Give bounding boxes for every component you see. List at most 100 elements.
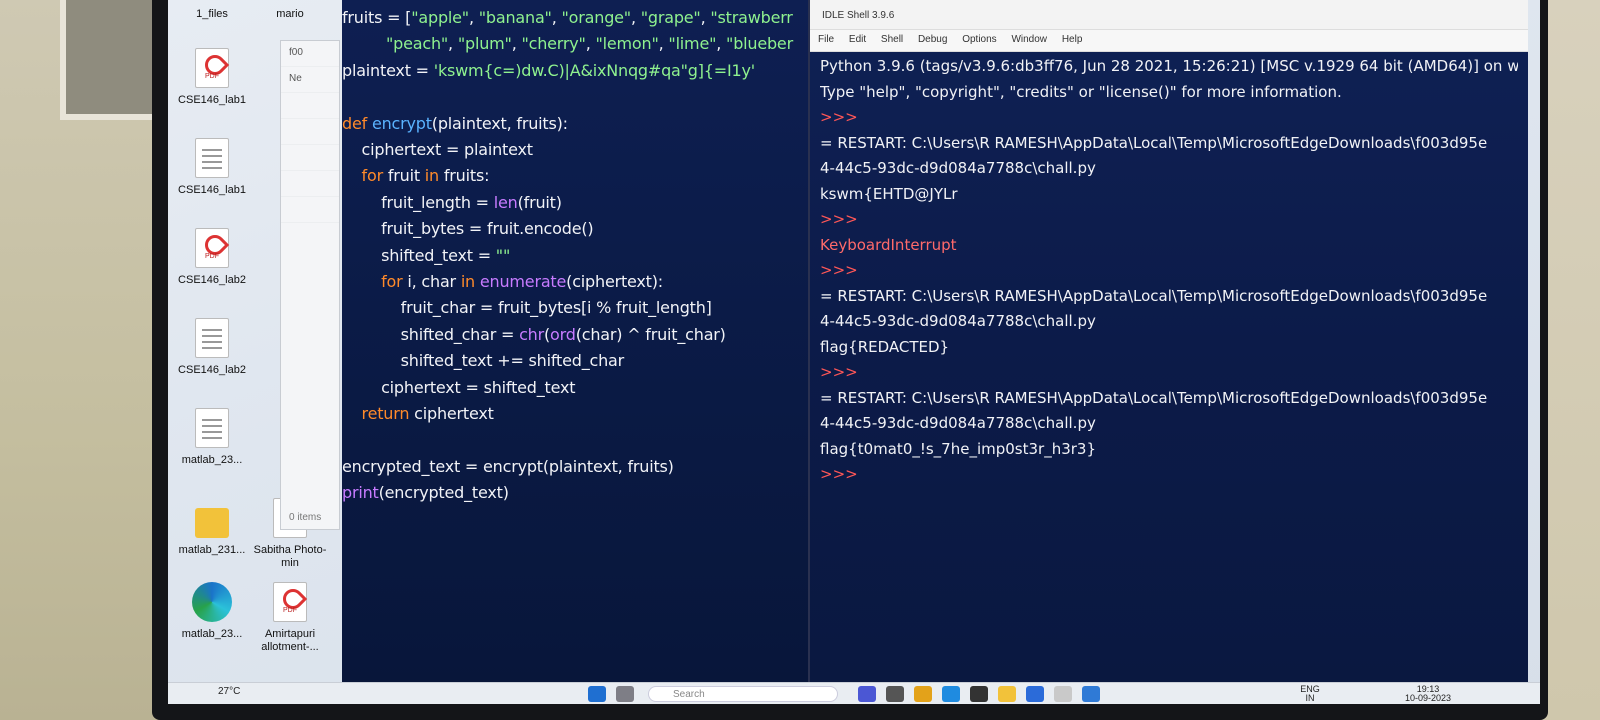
taskbar: 27°C Search ENG IN 19:13 10-09-2023	[168, 682, 1540, 704]
desktop-icon[interactable]: mario	[248, 8, 332, 21]
shell-output-line: = RESTART: C:\Users\R RAMESH\AppData\Loc…	[820, 133, 1488, 152]
weather-widget[interactable]: 27°C	[218, 686, 240, 702]
code-line[interactable]: shifted_text = ""	[342, 246, 510, 265]
shell-output-line: 4-44c5-93dc-d9d084a7788c\chall.py	[820, 414, 1096, 432]
code-line[interactable]: print(encrypted_text)	[342, 483, 509, 502]
desktop-icon-label: CSE146_lab2	[178, 364, 246, 376]
monitor-screen: 1_files mario CSE146_lab1 CSE146_lab1 CSE146…	[168, 0, 1540, 704]
shell-output-line: KeyboardInterrupt	[820, 235, 957, 254]
code-line[interactable]: shifted_text += shifted_char	[342, 351, 625, 370]
menu-debug[interactable]: Debug	[918, 34, 947, 45]
desktop-icon-label: CSE146_lab1	[178, 184, 246, 196]
desktop-icon-label: Sabitha Photo-min	[253, 544, 327, 569]
code-line[interactable]: shifted_char = chr(ord(char) ^ fruit_cha…	[342, 325, 726, 344]
explorer-tab[interactable]: f00	[281, 41, 339, 67]
wall-background	[0, 0, 160, 720]
clock-date: 10-09-2023	[1404, 693, 1452, 703]
pdf-icon	[195, 228, 229, 268]
code-line[interactable]: fruit_length = len(fruit)	[342, 193, 562, 212]
code-line[interactable]: for i, char in enumerate(ciphertext):	[342, 272, 663, 291]
shell-output-line: kswm{EHTD@JYLr	[820, 184, 958, 203]
desktop-icon-label: 1_files	[196, 8, 228, 20]
code-line[interactable]: fruit_bytes = fruit.encode()	[342, 219, 594, 238]
desktop-icon-label: CSE146_lab2	[178, 274, 246, 286]
lang-bottom: IN	[1305, 693, 1315, 703]
explorer-row[interactable]	[281, 171, 339, 197]
code-line[interactable]: ciphertext = shifted_text	[342, 378, 575, 397]
chrome-icon[interactable]	[914, 686, 932, 702]
menu-edit[interactable]: Edit	[849, 34, 866, 45]
code-line[interactable]: fruits = ["apple", "banana", "orange", "…	[342, 8, 793, 27]
chat-icon[interactable]	[858, 686, 876, 702]
code-editor[interactable]: fruits = ["apple", "banana", "orange", "…	[342, 0, 824, 688]
python-idle-icon[interactable]	[1054, 686, 1072, 702]
notepad-icon[interactable]	[1082, 686, 1100, 702]
window-frame	[60, 0, 160, 120]
menu-shell[interactable]: Shell	[881, 34, 903, 45]
desktop-icon[interactable]: matlab_23...	[170, 408, 254, 467]
shell-prompt: >>>	[820, 261, 858, 279]
explorer-row[interactable]	[281, 197, 339, 223]
shell-prompt: >>>	[820, 210, 858, 228]
wall-background-right	[1540, 0, 1600, 720]
shell-output-line: Type "help", "copyright", "credits" or "…	[820, 82, 1342, 101]
clock[interactable]: 19:13 10-09-2023	[1398, 685, 1458, 703]
edge-icon	[192, 582, 232, 622]
file-explorer-window[interactable]: f00 Ne 0 items	[280, 40, 340, 530]
folder-icon	[195, 508, 229, 538]
zoom-icon[interactable]	[1026, 686, 1044, 702]
desktop-icon[interactable]: CSE146_lab2	[170, 228, 254, 287]
pdf-icon	[273, 582, 307, 622]
terminal-icon[interactable]	[970, 686, 988, 702]
shell-output[interactable]: Python 3.9.6 (tags/v3.9.6:db3ff76, Jun 2…	[820, 54, 1518, 488]
code-line[interactable]: fruit_char = fruit_bytes[i % fruit_lengt…	[342, 298, 712, 317]
code-line[interactable]: "peach", "plum", "cherry", "lemon", "lim…	[342, 34, 793, 53]
shell-output-line: = RESTART: C:\Users\R RAMESH\AppData\Loc…	[820, 388, 1488, 407]
code-line[interactable]: def encrypt(plaintext, fruits):	[342, 114, 568, 133]
shell-output-line: Python 3.9.6 (tags/v3.9.6:db3ff76, Jun 2…	[820, 57, 1518, 75]
explorer-row[interactable]	[281, 119, 339, 145]
explorer-new-button[interactable]: Ne	[281, 67, 339, 93]
doc-icon	[195, 318, 229, 358]
shell-output-line: 4-44c5-93dc-d9d084a7788c\chall.py	[820, 159, 1096, 177]
file-explorer-icon[interactable]	[998, 686, 1016, 702]
edge-icon[interactable]	[942, 686, 960, 702]
shell-output-line: = RESTART: C:\Users\R RAMESH\AppData\Loc…	[820, 286, 1488, 305]
desktop-icon-label: Amirtapuri allotment-...	[261, 628, 319, 653]
code-line[interactable]: encrypted_text = encrypt(plaintext, frui…	[342, 457, 674, 476]
shell-output-line: flag{t0mat0_!s_7he_imp0st3r_h3r3}	[820, 439, 1097, 458]
doc-icon	[195, 138, 229, 178]
menu-help[interactable]: Help	[1062, 34, 1083, 45]
code-line[interactable]: plaintext = 'kswm{c=)dw.C)|A&ixNnqg#qa"g…	[342, 61, 755, 80]
desktop-icon-label: matlab_23...	[181, 628, 243, 640]
idle-shell-window[interactable]: IDLE Shell 3.9.6 File Edit Shell Debug O…	[808, 0, 1528, 688]
shell-title: IDLE Shell 3.9.6	[810, 0, 1528, 30]
desktop-icon-label: matlab_231...	[178, 544, 246, 556]
code-line[interactable]: ciphertext = plaintext	[342, 140, 534, 159]
taskbar-search[interactable]: Search	[648, 686, 838, 702]
editor-taskbar-icon[interactable]	[886, 686, 904, 702]
desktop-icon-label: CSE146_lab1	[178, 94, 246, 106]
code-line[interactable]: return ciphertext	[342, 404, 494, 423]
language-indicator[interactable]: ENG IN	[1298, 685, 1322, 703]
pdf-icon	[195, 48, 229, 88]
desktop-icon[interactable]: matlab_23...	[170, 582, 254, 641]
task-view-icon[interactable]	[616, 686, 634, 702]
menu-options[interactable]: Options	[962, 34, 996, 45]
shell-output-line: flag{REDACTED}	[820, 337, 950, 356]
desktop-icon[interactable]: CSE146_lab1	[170, 48, 254, 107]
desktop-icon[interactable]: CSE146_lab2	[170, 318, 254, 377]
shell-prompt: >>>	[820, 465, 858, 483]
windows-start-icon[interactable]	[588, 686, 606, 702]
shell-output-line: 4-44c5-93dc-d9d084a7788c\chall.py	[820, 312, 1096, 330]
code-line[interactable]: for fruit in fruits:	[342, 166, 490, 185]
desktop-icon[interactable]: 1_files	[170, 8, 254, 21]
photo-scene: 1_files mario CSE146_lab1 CSE146_lab1 CSE146…	[0, 0, 1600, 720]
desktop-icon[interactable]: CSE146_lab1	[170, 138, 254, 197]
explorer-row[interactable]	[281, 145, 339, 171]
menu-window[interactable]: Window	[1011, 34, 1047, 45]
desktop-icon[interactable]: Amirtapuri allotment-...	[248, 582, 332, 654]
explorer-row[interactable]	[281, 93, 339, 119]
menu-file[interactable]: File	[818, 34, 834, 45]
desktop-icon[interactable]: matlab_231...	[170, 498, 254, 557]
